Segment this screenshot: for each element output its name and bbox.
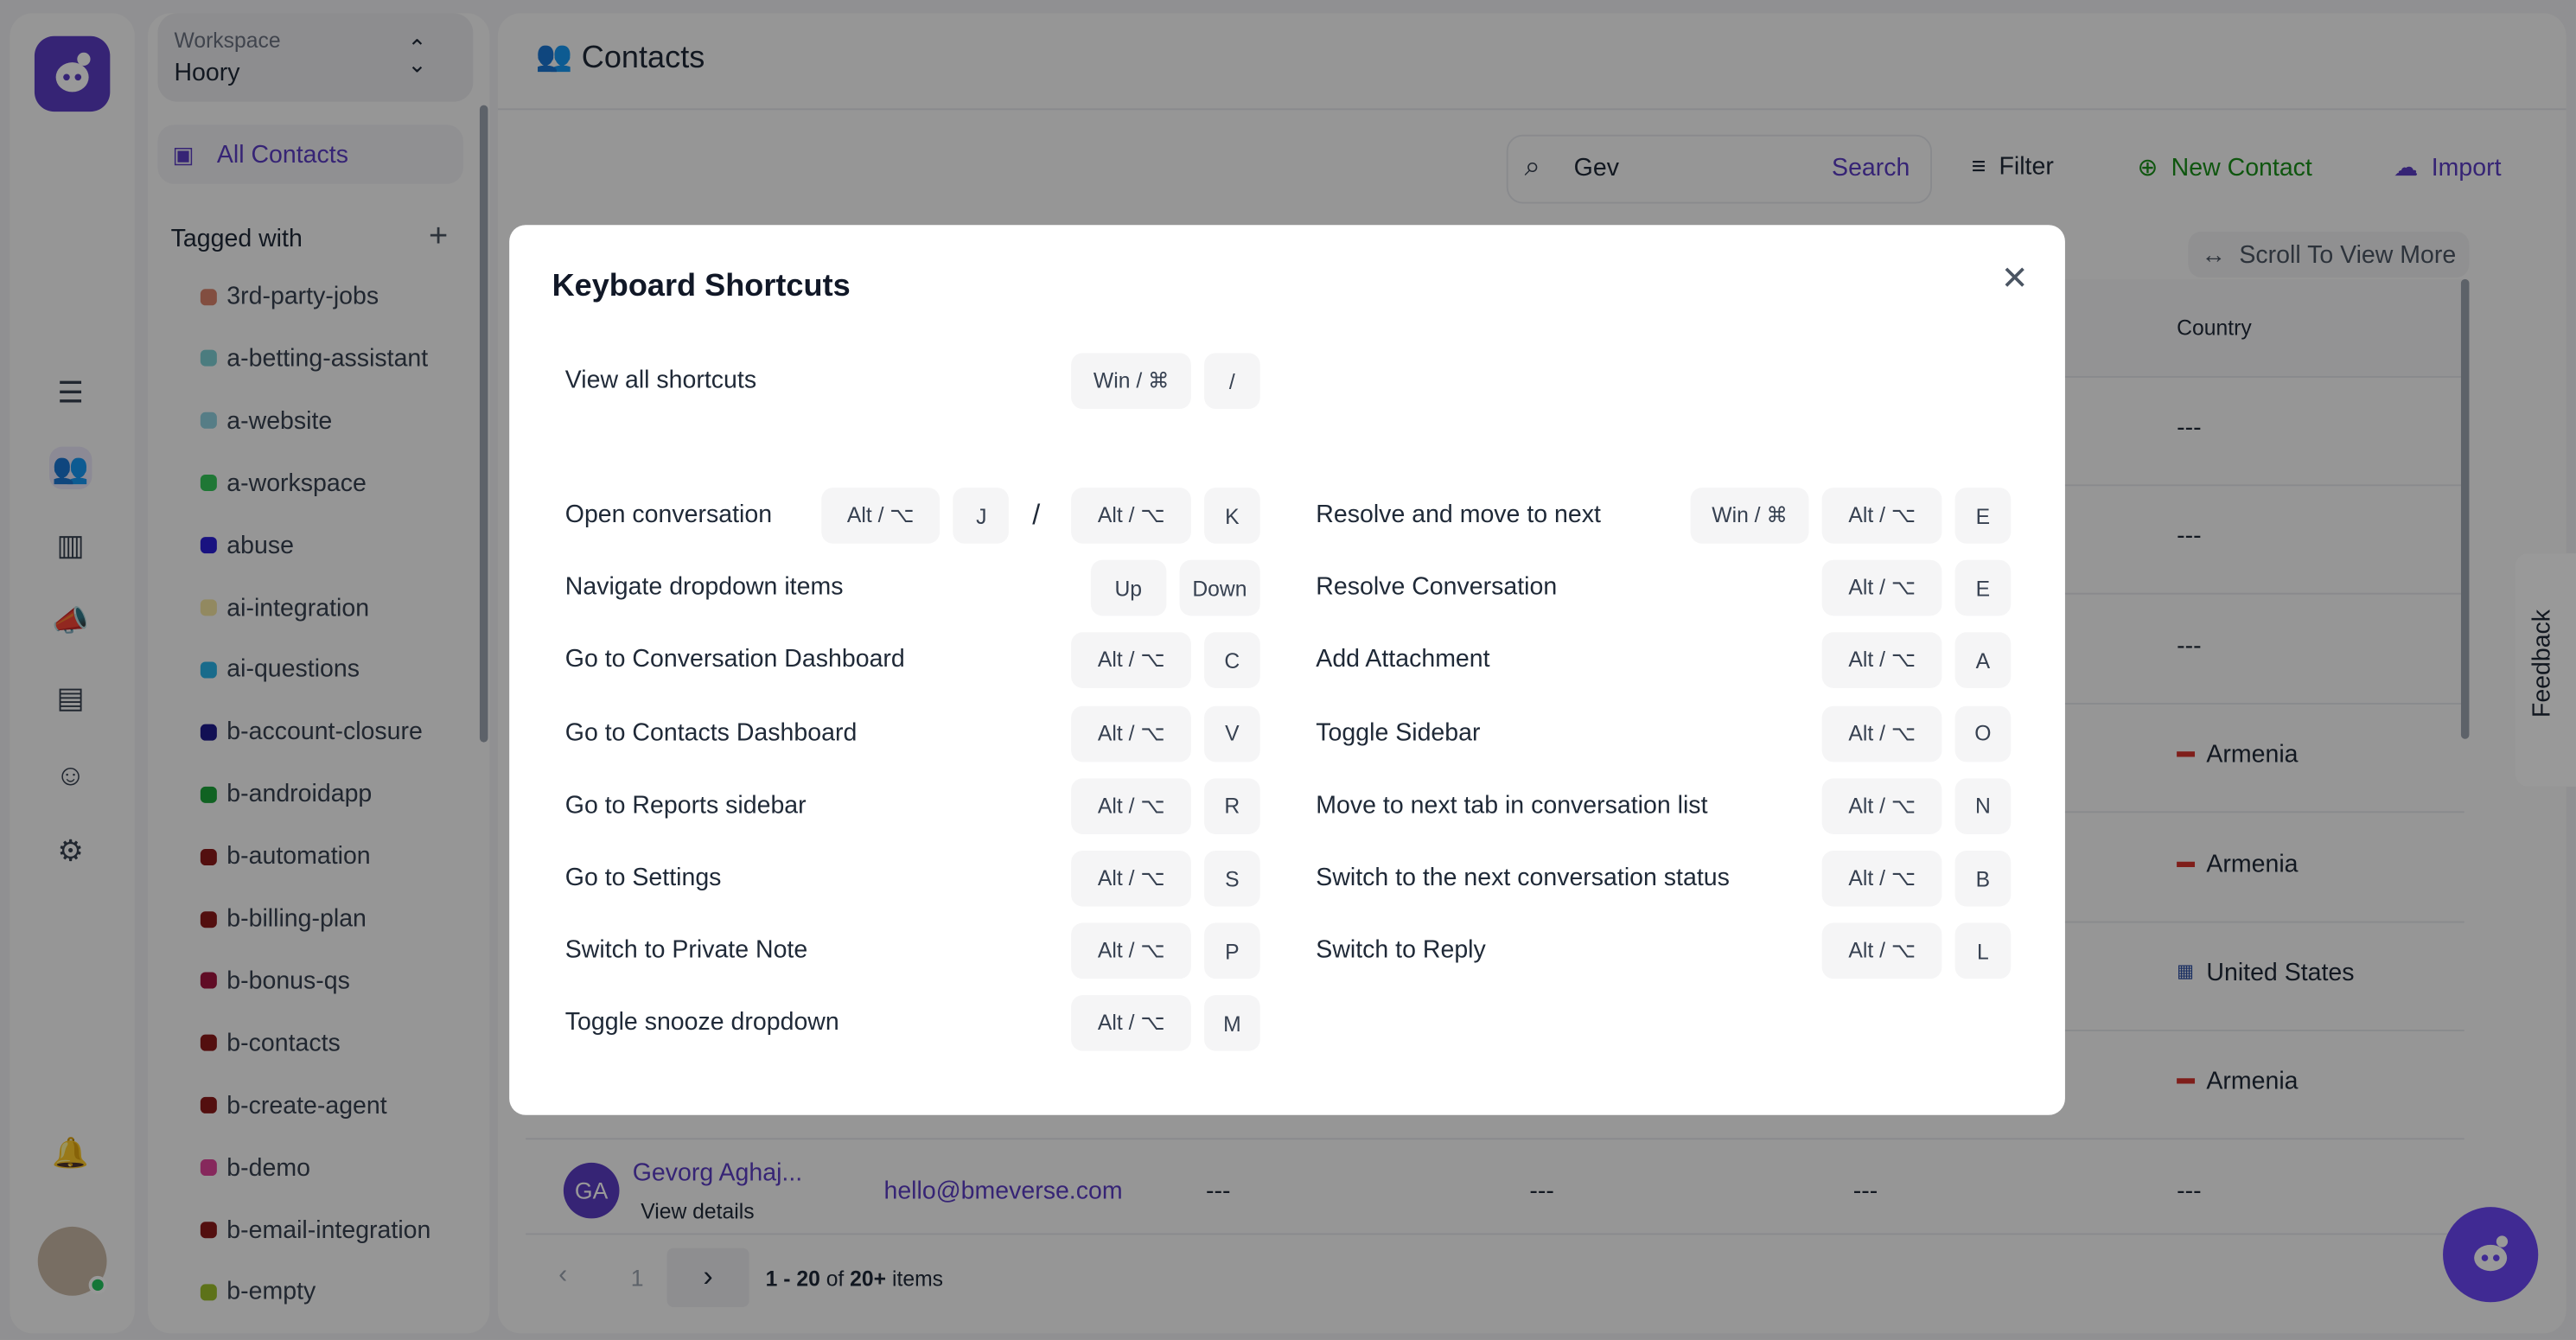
key-cap: / — [1204, 353, 1260, 409]
key-cap: R — [1204, 777, 1260, 834]
key-cap: E — [1954, 560, 2012, 616]
shortcut-label: Go to Conversation Dashboard — [564, 646, 905, 674]
key-cap: Alt / ⌥ — [1071, 777, 1191, 834]
shortcut-label: View all shortcuts — [564, 366, 757, 394]
shortcut-label: Switch to Private Note — [564, 936, 808, 965]
key-cap: Win / ⌘ — [1071, 353, 1191, 409]
key-cap: Alt / ⌥ — [1071, 705, 1191, 762]
key-cap: J — [953, 488, 1010, 544]
shortcut-label: Resolve Conversation — [1316, 573, 1558, 602]
key-cap: Alt / ⌥ — [1822, 922, 1942, 979]
key-cap: O — [1954, 705, 2012, 762]
keyboard-shortcuts-modal: Keyboard Shortcuts ✕ View all shortcuts /… — [509, 225, 2065, 1115]
key-cap: Alt / ⌥ — [1822, 850, 1942, 907]
key-cap: E — [1954, 488, 2012, 544]
key-cap: K — [1204, 488, 1260, 544]
key-cap: C — [1204, 633, 1260, 689]
key-cap: Alt / ⌥ — [1071, 850, 1191, 907]
key-cap: Alt / ⌥ — [1071, 922, 1191, 979]
shortcut-label: Navigate dropdown items — [564, 573, 844, 602]
key-cap: Alt / ⌥ — [1822, 705, 1942, 762]
key-cap: S — [1204, 850, 1260, 907]
separator: / — [1032, 499, 1041, 531]
key-cap: Win / ⌘ — [1690, 488, 1810, 544]
shortcut-label: Move to next tab in conversation list — [1316, 791, 1708, 820]
key-cap: Alt / ⌥ — [1822, 633, 1942, 689]
shortcut-label: Toggle Sidebar — [1316, 718, 1481, 747]
key-cap: P — [1204, 922, 1260, 979]
shortcut-label: Open conversation — [564, 501, 773, 529]
key-cap: M — [1204, 995, 1260, 1052]
key-cap: Alt / ⌥ — [1071, 995, 1191, 1052]
key-cap: N — [1954, 777, 2012, 834]
key-cap: Alt / ⌥ — [1822, 560, 1942, 616]
shortcut-label: Toggle snooze dropdown — [564, 1009, 839, 1037]
key-cap: Alt / ⌥ — [1071, 633, 1191, 689]
key-cap: Alt / ⌥ — [820, 488, 940, 544]
shortcut-label: Switch to the next conversation status — [1316, 864, 1730, 892]
key-cap: L — [1954, 922, 2012, 979]
key-cap: Alt / ⌥ — [1822, 777, 1942, 834]
modal-title: Keyboard Shortcuts — [552, 269, 851, 304]
key-cap: V — [1204, 705, 1260, 762]
shortcut-label: Go to Reports sidebar — [564, 791, 807, 820]
key-cap: Up — [1090, 560, 1166, 616]
key-cap: Alt / ⌥ — [1071, 488, 1191, 544]
shortcut-label: Go to Settings — [564, 864, 722, 892]
key-cap: Alt / ⌥ — [1822, 488, 1942, 544]
shortcut-label: Add Attachment — [1316, 646, 1490, 674]
key-cap: B — [1954, 850, 2012, 907]
key-cap: A — [1954, 633, 2012, 689]
shortcut-label: Resolve and move to next — [1316, 501, 1601, 529]
shortcut-label: Switch to Reply — [1316, 936, 1486, 965]
close-icon[interactable]: ✕ — [2001, 258, 2029, 298]
shortcut-label: Go to Contacts Dashboard — [564, 718, 858, 747]
key-cap: Down — [1179, 560, 1260, 616]
